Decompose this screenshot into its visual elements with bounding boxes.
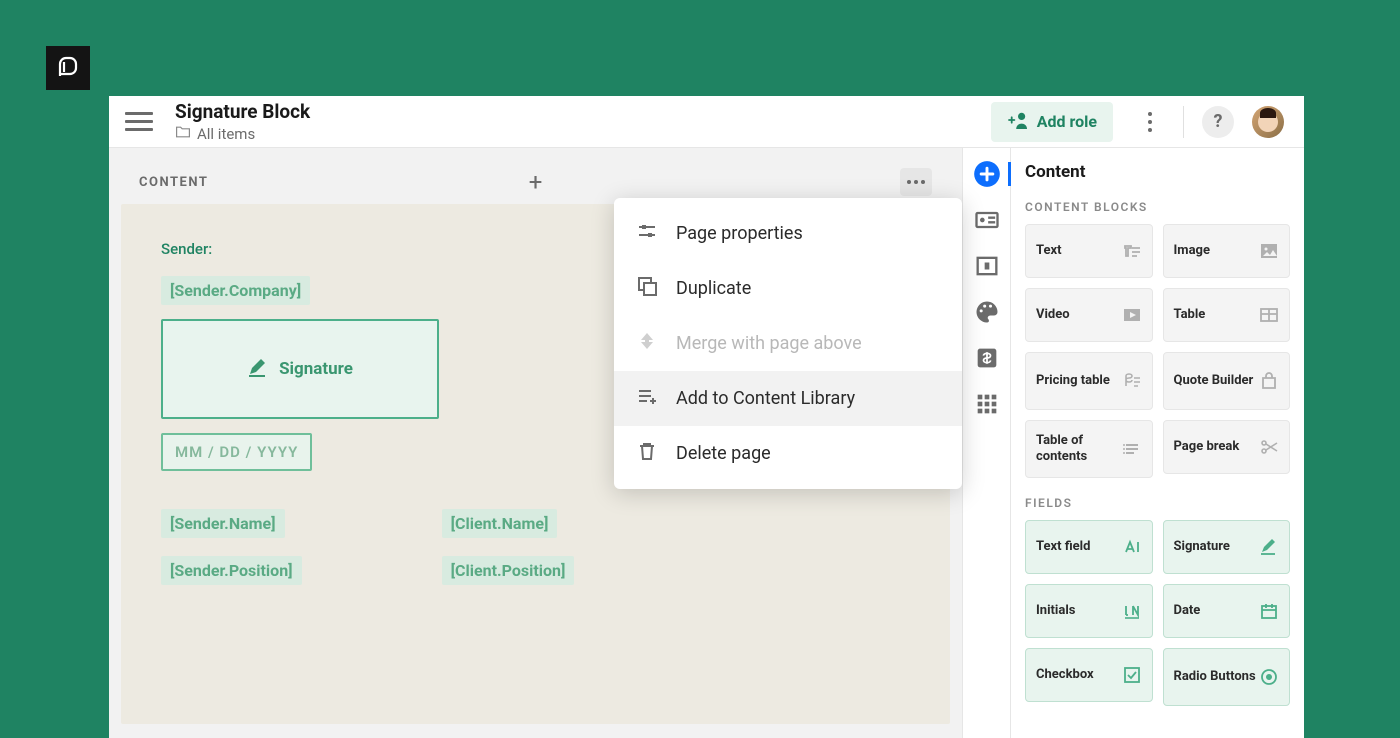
menu-add-to-library[interactable]: Add to Content Library bbox=[614, 371, 962, 426]
video-icon bbox=[1122, 306, 1142, 324]
field-text[interactable]: Text field bbox=[1025, 520, 1153, 574]
page-context-menu: Page properties Duplicate Merge with pag… bbox=[614, 198, 962, 489]
date-field[interactable]: MM / DD / YYYY bbox=[161, 433, 312, 471]
list-icon bbox=[1122, 440, 1142, 458]
pen-icon bbox=[1259, 538, 1279, 556]
tool-add[interactable] bbox=[973, 160, 1001, 188]
block-text[interactable]: Text bbox=[1025, 224, 1153, 278]
tool-frame[interactable] bbox=[973, 252, 1001, 280]
client-name-tag[interactable]: [Client.Name] bbox=[442, 509, 558, 538]
field-date[interactable]: Date bbox=[1163, 584, 1291, 638]
menu-icon[interactable] bbox=[125, 108, 153, 136]
help-button[interactable]: ? bbox=[1202, 106, 1234, 138]
add-role-label: Add role bbox=[1037, 112, 1097, 131]
sender-company-tag[interactable]: [Sender.Company] bbox=[161, 276, 310, 305]
add-person-icon bbox=[1007, 111, 1029, 133]
tool-theme[interactable] bbox=[973, 298, 1001, 326]
field-initials[interactable]: Initials bbox=[1025, 584, 1153, 638]
tool-grid[interactable] bbox=[973, 390, 1001, 418]
kebab-menu-icon[interactable] bbox=[1135, 107, 1165, 137]
canvas-area: CONTENT + Sender: [Sender.Company] Signa… bbox=[109, 148, 962, 738]
merge-icon bbox=[636, 330, 658, 357]
breadcrumb[interactable]: All items bbox=[175, 125, 310, 143]
pen-icon bbox=[247, 357, 269, 382]
tool-id-card[interactable] bbox=[973, 206, 1001, 234]
sender-position-tag[interactable]: [Sender.Position] bbox=[161, 556, 302, 585]
page-title: Signature Block bbox=[175, 100, 310, 123]
add-role-button[interactable]: Add role bbox=[991, 102, 1113, 142]
block-pricing-table[interactable]: Pricing table bbox=[1025, 352, 1153, 410]
brand-logo bbox=[46, 46, 90, 90]
client-position-tag[interactable]: [Client.Position] bbox=[442, 556, 575, 585]
checkbox-icon bbox=[1122, 666, 1142, 684]
block-page-break[interactable]: Page break bbox=[1163, 420, 1291, 474]
menu-page-properties[interactable]: Page properties bbox=[614, 206, 962, 261]
sender-name-tag[interactable]: [Sender.Name] bbox=[161, 509, 285, 538]
field-checkbox[interactable]: Checkbox bbox=[1025, 648, 1153, 702]
image-icon bbox=[1259, 242, 1279, 260]
bag-icon bbox=[1259, 372, 1279, 390]
list-add-icon bbox=[636, 385, 658, 412]
menu-merge-above: Merge with page above bbox=[614, 316, 962, 371]
panel-title: Content bbox=[1025, 162, 1290, 182]
top-bar: Signature Block All items Add role ? bbox=[109, 96, 1304, 148]
table-icon bbox=[1259, 306, 1279, 324]
more-button[interactable] bbox=[900, 168, 932, 196]
menu-delete-page[interactable]: Delete page bbox=[614, 426, 962, 481]
block-quote-builder[interactable]: Quote Builder bbox=[1163, 352, 1291, 410]
text-icon bbox=[1122, 242, 1142, 260]
signature-label: Signature bbox=[279, 359, 353, 379]
blocks-section-label: CONTENT BLOCKS bbox=[1025, 200, 1290, 214]
block-table[interactable]: Table bbox=[1163, 288, 1291, 342]
pricing-icon bbox=[1122, 372, 1142, 390]
scissors-icon bbox=[1259, 438, 1279, 456]
right-toolbar bbox=[962, 148, 1010, 738]
text-cursor-icon bbox=[1122, 538, 1142, 556]
folder-icon bbox=[175, 125, 191, 143]
signature-field[interactable]: Signature bbox=[161, 319, 439, 419]
trash-icon bbox=[636, 440, 658, 467]
divider bbox=[1183, 106, 1184, 138]
sliders-icon bbox=[636, 220, 658, 247]
radio-icon bbox=[1259, 668, 1279, 686]
initials-icon bbox=[1122, 602, 1142, 620]
add-block-button[interactable]: + bbox=[524, 170, 548, 194]
block-toc[interactable]: Table of contents bbox=[1025, 420, 1153, 478]
field-signature[interactable]: Signature bbox=[1163, 520, 1291, 574]
block-video[interactable]: Video bbox=[1025, 288, 1153, 342]
breadcrumb-label: All items bbox=[197, 125, 255, 143]
user-avatar[interactable] bbox=[1252, 106, 1284, 138]
content-panel: Content CONTENT BLOCKS Text Image Video … bbox=[1010, 148, 1304, 738]
calendar-icon bbox=[1259, 602, 1279, 620]
duplicate-icon bbox=[636, 275, 658, 302]
tool-pricing[interactable] bbox=[973, 344, 1001, 372]
fields-section-label: FIELDS bbox=[1025, 496, 1290, 510]
content-section-label: CONTENT bbox=[139, 175, 208, 190]
block-image[interactable]: Image bbox=[1163, 224, 1291, 278]
field-radio[interactable]: Radio Buttons bbox=[1163, 648, 1291, 706]
menu-duplicate[interactable]: Duplicate bbox=[614, 261, 962, 316]
